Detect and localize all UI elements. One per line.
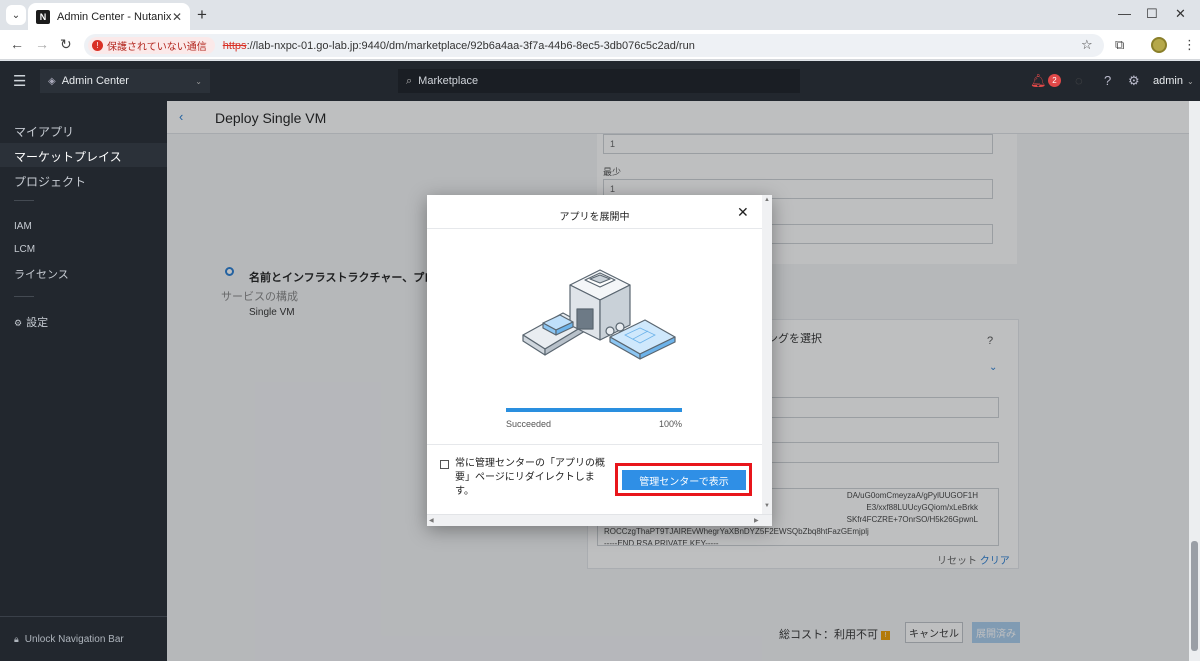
url-omnibox[interactable]: ! 保護されていない通信 https://lab-nxpc-01.go-lab.… (84, 34, 1104, 57)
search-placeholder: Marketplace (418, 75, 479, 87)
close-icon[interactable]: ✕ (737, 204, 749, 221)
sidebar-item-label: 設定 (26, 317, 49, 329)
warning-icon: ! (92, 40, 103, 51)
back-arrow-icon[interactable]: ← (10, 36, 24, 52)
sidebar-item-licensing[interactable]: ライセンス (14, 266, 69, 282)
sidebar-item-my-apps[interactable]: マイアプリ (14, 123, 74, 140)
sidebar-item-lcm[interactable]: LCM (14, 244, 35, 255)
reload-icon[interactable]: ↻ (60, 36, 72, 53)
task-status-icon[interactable]: ◌ (1075, 73, 1083, 88)
unlock-navigation-bar[interactable]: 🔒︎ Unlock Navigation Bar (0, 616, 167, 661)
deploy-progress-bar (506, 408, 682, 412)
gear-icon: ⚙ (14, 318, 23, 328)
close-tab-icon[interactable]: ✕ (172, 10, 182, 24)
app-selector-label: Admin Center (61, 75, 129, 87)
deploy-progress-modal: アプリを展開中 ✕ Succeeded 100% 常に管理センターの「アプリの概… (427, 195, 772, 526)
global-search-input[interactable]: ⌕ Marketplace (398, 69, 800, 93)
hamburger-menu-icon[interactable]: ☰ (13, 72, 26, 90)
alert-count-badge: 2 (1048, 74, 1061, 87)
close-window-icon[interactable]: ✕ (1175, 6, 1186, 22)
admin-center-icon: ◈ (48, 75, 56, 87)
app-header: ☰ ◈ Admin Center ⌄ ⌕ Marketplace 🔔︎ 2 ◌ … (0, 61, 1200, 101)
deploying-illustration (522, 269, 676, 360)
sidebar-divider (14, 296, 34, 297)
scroll-left-icon[interactable]: ◀ (429, 517, 434, 524)
gear-icon[interactable]: ⚙ (1128, 73, 1140, 89)
sidebar: マイアプリ マーケットプレイス プロジェクト IAM LCM ライセンス ⚙ 設定… (0, 101, 167, 661)
modal-horizontal-scrollbar[interactable]: ◀ ▶ (427, 514, 772, 526)
scroll-right-icon[interactable]: ▶ (754, 517, 759, 524)
progress-percent: 100% (659, 419, 683, 429)
deploy-status: Succeeded (506, 419, 552, 429)
sidebar-item-marketplace[interactable]: マーケットプレイス (14, 148, 122, 165)
view-in-admin-center-button[interactable]: 管理センターで表示 (622, 470, 746, 490)
help-icon[interactable]: ? (1104, 73, 1111, 88)
sidebar-divider (14, 200, 34, 201)
maximize-icon[interactable]: ☐ (1146, 6, 1158, 22)
tab-search-button[interactable]: ⌄ (6, 5, 26, 25)
sidebar-item-settings[interactable]: ⚙ 設定 (14, 314, 48, 330)
nutanix-favicon-icon: N (36, 9, 50, 24)
sidebar-item-projects[interactable]: プロジェクト (14, 173, 86, 190)
modal-header: アプリを展開中 ✕ (427, 195, 762, 229)
modal-title: アプリを展開中 (559, 212, 630, 223)
chevron-down-icon: ⌄ (1186, 77, 1194, 86)
unlock-label: Unlock Navigation Bar (24, 633, 124, 645)
alert-bell-icon[interactable]: 🔔︎ (1030, 73, 1047, 89)
security-warning-chip[interactable]: ! 保護されていない通信 (88, 37, 215, 54)
scroll-down-icon[interactable]: ▼ (764, 503, 770, 509)
search-icon: ⌕ (406, 74, 413, 87)
url-scheme: https (222, 39, 247, 52)
security-warning-label: 保護されていない通信 (107, 42, 207, 53)
chevron-down-icon: ⌄ (195, 76, 202, 86)
new-tab-icon[interactable]: + (197, 5, 207, 25)
redirect-checkbox[interactable] (440, 460, 449, 469)
url-path: ://lab-nxpc-01.go-lab.jp:9440/dm/marketp… (246, 39, 695, 52)
url-text[interactable]: https://lab-nxpc-01.go-lab.jp:9440/dm/ma… (223, 40, 695, 52)
scroll-up-icon[interactable]: ▲ (764, 197, 770, 203)
modal-vertical-scrollbar[interactable]: ▲ ▼ (762, 195, 772, 514)
lock-icon: 🔒︎ (14, 633, 19, 644)
browser-tab-bar: ⌄ N Admin Center - Nutanix ✕ + — ☐ ✕ (0, 0, 1200, 30)
user-menu[interactable]: admin ⌄ (1153, 75, 1194, 87)
browser-menu-icon[interactable]: ⋮ (1183, 37, 1196, 53)
page-scrollbar[interactable] (1189, 101, 1200, 661)
tab-title: Admin Center - Nutanix (57, 10, 172, 23)
minimize-icon[interactable]: — (1118, 6, 1131, 21)
modal-footer: 常に管理センターの「アプリの概要」ページにリダイレクトします。 管理センターで表… (427, 444, 762, 514)
sidebar-item-iam[interactable]: IAM (14, 221, 32, 232)
profile-avatar[interactable] (1151, 37, 1167, 53)
browser-tab[interactable]: N Admin Center - Nutanix ✕ (28, 3, 190, 30)
redirect-checkbox-label[interactable]: 常に管理センターの「アプリの概要」ページにリダイレクトします。 (455, 457, 605, 499)
bookmark-star-icon[interactable]: ☆ (1081, 37, 1093, 53)
app-selector[interactable]: ◈ Admin Center ⌄ (40, 69, 210, 93)
user-name: admin (1153, 75, 1183, 87)
scrollbar-thumb[interactable] (1191, 541, 1198, 651)
address-bar: ← → ↻ ! 保護されていない通信 https://lab-nxpc-01.g… (0, 30, 1200, 60)
forward-arrow-icon[interactable]: → (35, 36, 49, 52)
extensions-icon[interactable]: ⧉ (1115, 37, 1124, 53)
progress-fill (506, 408, 682, 412)
